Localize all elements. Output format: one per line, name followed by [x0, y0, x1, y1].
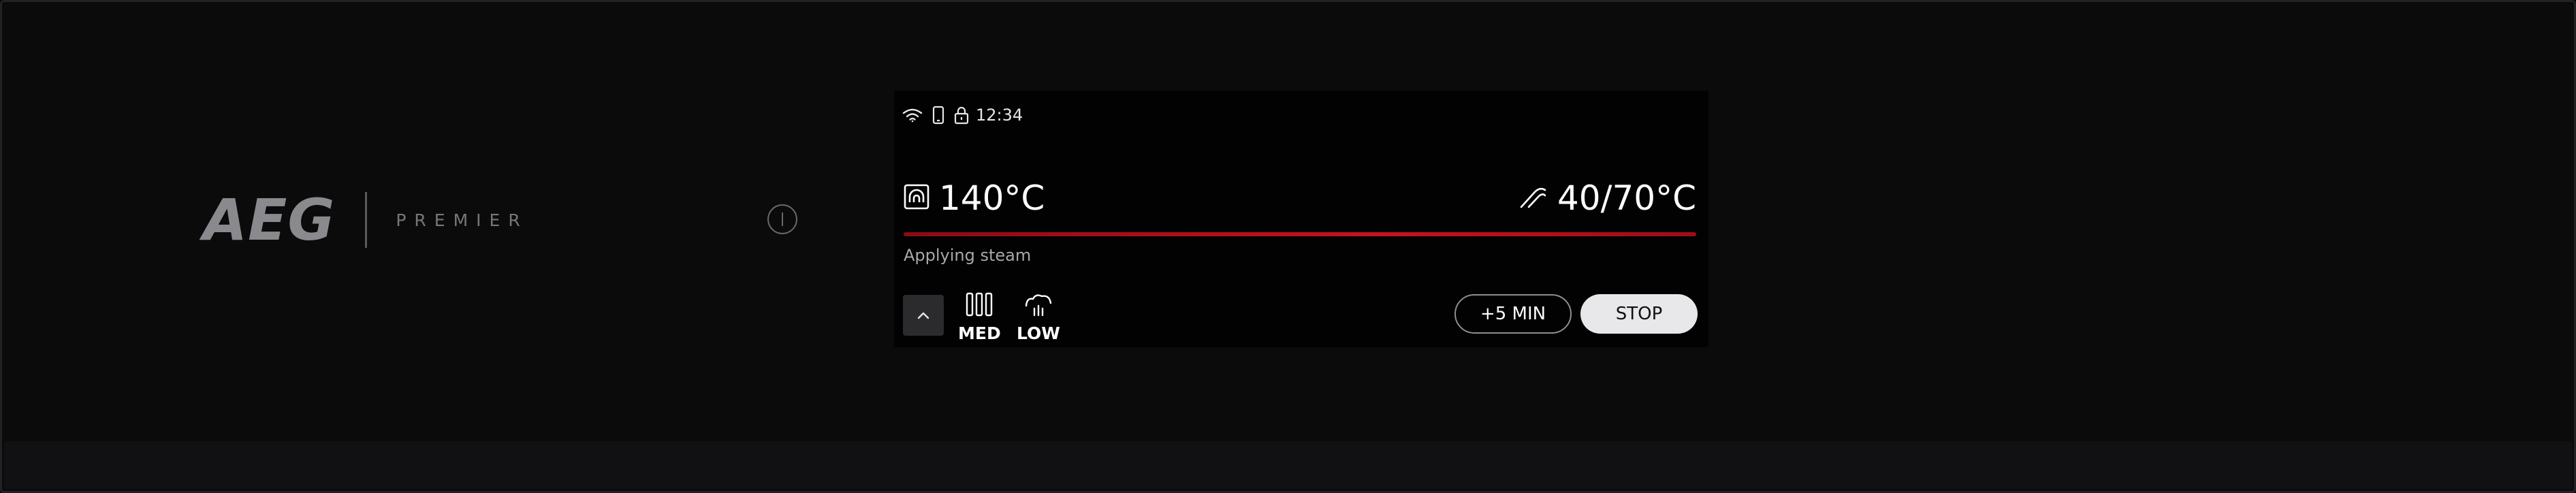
probe-temperature[interactable]: 40/70°C — [1519, 181, 1696, 215]
expand-menu-button[interactable] — [903, 295, 944, 336]
steam-level-label: MED — [958, 323, 1001, 343]
cooking-progress-fill — [904, 232, 1696, 236]
oven-panel: AEG PREMIER 12:34 140°C 40/70°C Applying… — [0, 0, 2576, 493]
steam-level-setting[interactable]: MED — [958, 292, 1001, 343]
chevron-up-icon — [917, 312, 929, 319]
oven-temperature-value: 140°C — [939, 178, 1045, 218]
stop-button[interactable]: STOP — [1580, 294, 1698, 334]
probe-temperature-value: 40/70°C — [1557, 178, 1696, 218]
oven-temperature[interactable]: 140°C — [904, 181, 1045, 215]
panel-bottom-strip — [4, 441, 2572, 489]
add-five-minutes-button[interactable]: +5 MIN — [1454, 294, 1572, 334]
cooking-status-text: Applying steam — [904, 246, 1032, 265]
power-button[interactable] — [767, 204, 797, 234]
brand-divider — [365, 192, 368, 248]
power-icon — [782, 212, 783, 226]
status-bar: 12:34 — [902, 103, 1023, 127]
oven-heating-icon — [904, 184, 929, 212]
steam-level-icon — [964, 292, 994, 319]
lock-icon — [954, 106, 969, 125]
humidity-setting[interactable]: LOW — [1017, 292, 1060, 343]
wifi-icon — [902, 108, 923, 123]
phone-icon — [932, 106, 944, 125]
humidity-label: LOW — [1017, 323, 1060, 343]
humidity-icon — [1023, 292, 1053, 319]
touch-display: 12:34 140°C 40/70°C Applying steam MED L… — [894, 91, 1708, 347]
aeg-logo-text: AEG — [203, 187, 336, 253]
clock-time: 12:34 — [976, 106, 1023, 125]
brand-logo: AEG PREMIER — [203, 186, 528, 254]
cooking-progress-bar — [904, 232, 1696, 236]
food-probe-icon — [1519, 185, 1548, 212]
premier-text: PREMIER — [396, 210, 528, 230]
